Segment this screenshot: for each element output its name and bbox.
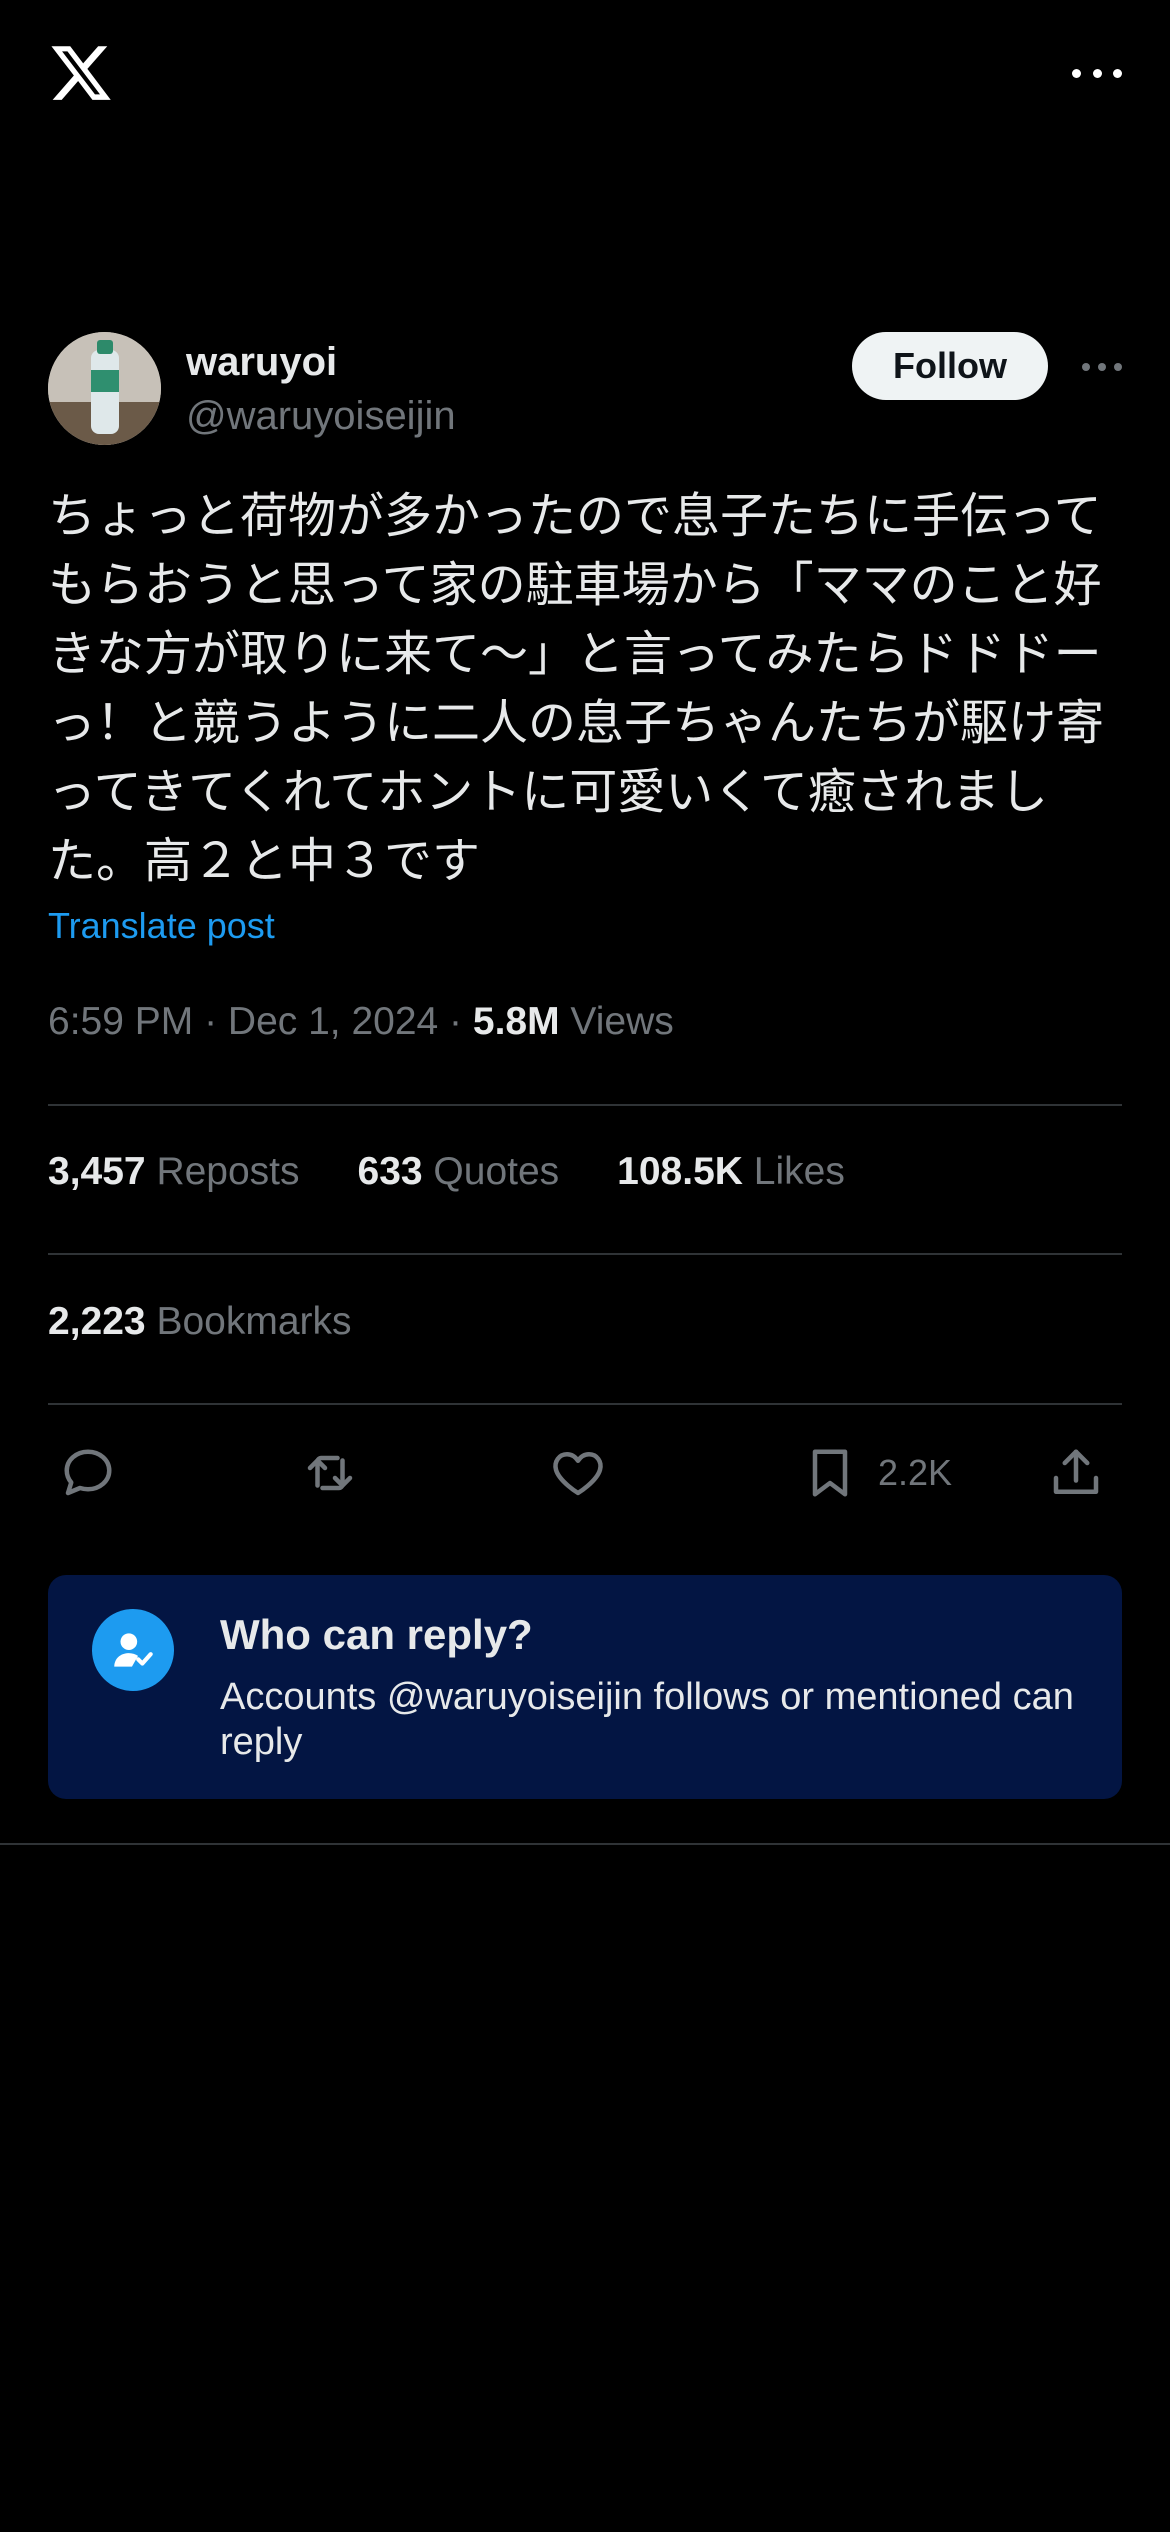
likes-stat[interactable]: 108.5K Likes <box>617 1150 845 1194</box>
quotes-stat[interactable]: 633 Quotes <box>358 1150 560 1194</box>
bookmarks-count: 2,223 <box>48 1300 146 1343</box>
action-bar: 2.2K <box>48 1438 1122 1508</box>
translate-post-link[interactable]: Translate post <box>48 905 275 947</box>
share-icon <box>1053 1449 1099 1494</box>
more-horizontal-icon[interactable] <box>1072 58 1122 88</box>
quotes-label: Quotes <box>422 1150 560 1193</box>
post-text: ちょっと荷物が多かったので息子たちに手伝って もらおうと思って家の駐車場から「マ… <box>48 490 1105 888</box>
divider <box>0 1843 1170 1845</box>
repost-button[interactable] <box>300 1438 360 1508</box>
reply-button[interactable] <box>58 1438 118 1508</box>
engagement-stats: 3,457 Reposts 633 Quotes 108.5K Likes <box>48 1150 903 1194</box>
top-bar <box>0 0 1170 150</box>
who-can-reply-title: Who can reply? <box>220 1611 533 1658</box>
reposts-label: Reposts <box>145 1150 300 1193</box>
bookmark-count: 2.2K <box>878 1452 953 1493</box>
follow-button[interactable]: Follow <box>852 332 1048 400</box>
divider <box>48 1253 1122 1255</box>
like-button[interactable] <box>548 1438 608 1508</box>
divider <box>48 1403 1122 1405</box>
bookmarks-label: Bookmarks <box>145 1300 352 1343</box>
x-logo-icon[interactable] <box>48 40 114 106</box>
post-timestamp[interactable]: 6:59 PM · Dec 1, 2024 · <box>48 1000 473 1043</box>
bookmarks-stat[interactable]: 2,223 Bookmarks <box>48 1300 352 1344</box>
avatar[interactable] <box>48 332 161 445</box>
views-label: Views <box>559 1000 674 1043</box>
avatar-image <box>48 332 161 445</box>
who-can-reply-banner: Who can reply? Accounts @waruyoiseijin f… <box>48 1575 1122 1799</box>
share-button[interactable] <box>1046 1438 1106 1508</box>
quotes-count: 633 <box>357 1150 423 1193</box>
more-horizontal-icon[interactable] <box>1082 362 1122 372</box>
author-handle[interactable]: @waruyoiseijin <box>186 394 456 439</box>
reposts-stat[interactable]: 3,457 Reposts <box>48 1150 300 1194</box>
who-can-reply-description: Accounts @waruyoiseijin follows or menti… <box>220 1676 1074 1763</box>
reply-icon <box>64 1449 112 1496</box>
likes-label: Likes <box>742 1150 845 1193</box>
user-check-icon <box>92 1609 174 1691</box>
author-row: waruyoi @waruyoiseijin Follow <box>48 332 1122 447</box>
reposts-count: 3,457 <box>48 1150 146 1193</box>
author-name[interactable]: waruyoi <box>186 340 337 385</box>
heart-icon <box>553 1452 603 1496</box>
views-count: 5.8M <box>472 1000 560 1043</box>
post-meta: 6:59 PM · Dec 1, 2024 · 5.8M Views <box>48 1000 674 1044</box>
likes-count: 108.5K <box>617 1150 743 1193</box>
repost-icon <box>307 1455 353 1491</box>
bookmark-button[interactable]: 2.2K <box>800 1438 952 1508</box>
divider <box>48 1104 1122 1106</box>
bookmark-icon <box>812 1449 848 1497</box>
